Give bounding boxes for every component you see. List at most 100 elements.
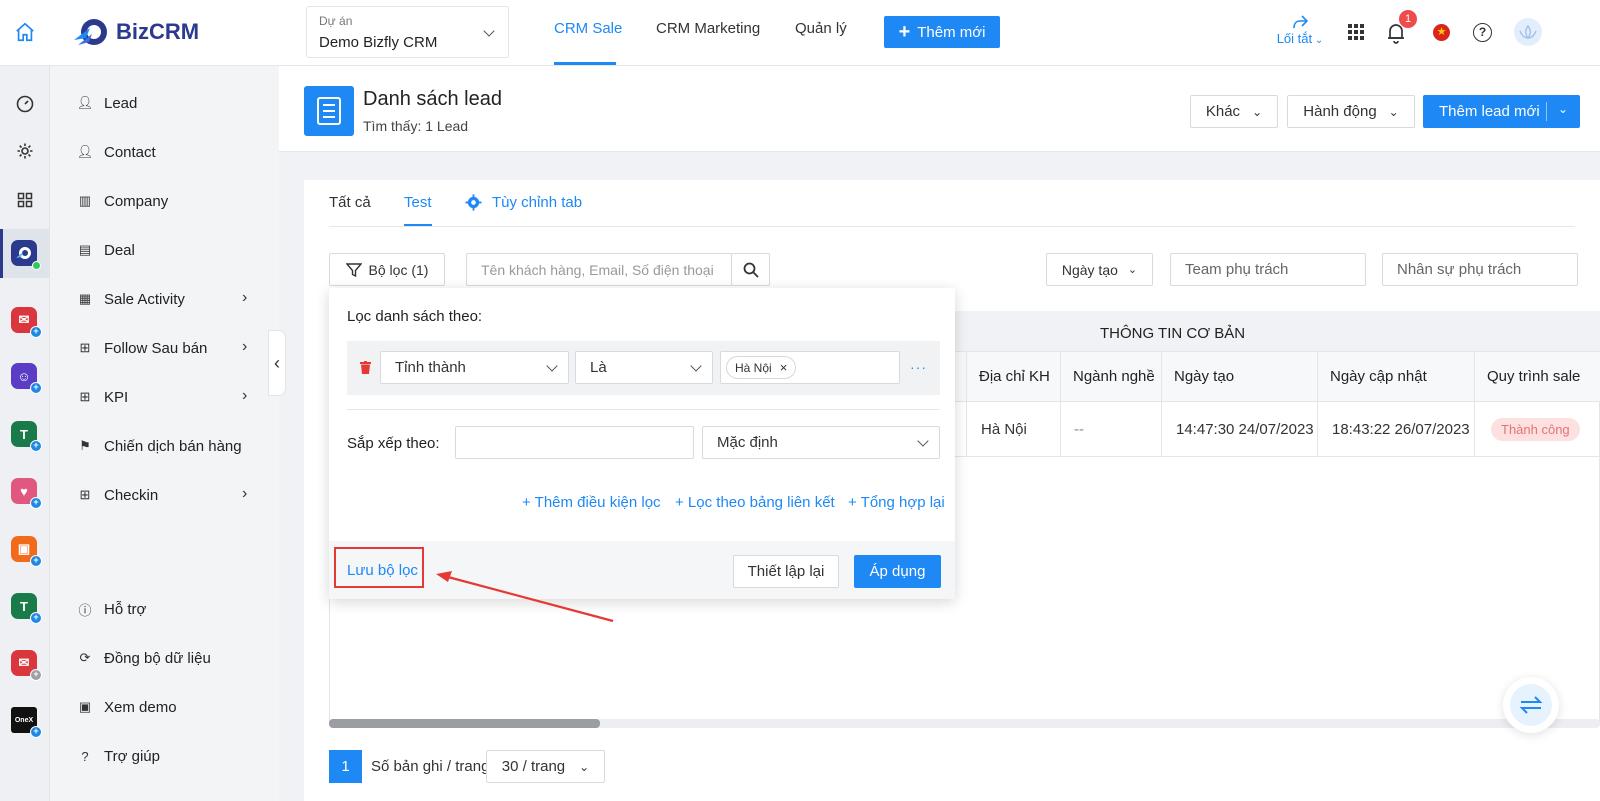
add-new-button[interactable]: + Thêm mới bbox=[884, 16, 1000, 48]
bizfly-green-app-icon-2[interactable]: T + bbox=[11, 593, 42, 624]
filter-value-tag: Hà Nội × bbox=[726, 356, 797, 379]
page-number-current[interactable]: 1 bbox=[329, 750, 362, 783]
chevron-right-icon: › bbox=[242, 387, 248, 404]
apply-button[interactable]: Áp dụng bbox=[854, 555, 941, 588]
save-filter-link[interactable]: Lưu bộ lọc bbox=[347, 562, 418, 579]
sidebar-item-sale-activity[interactable]: ▦ Sale Activity bbox=[76, 284, 185, 314]
cell-sale-process: Thành công bbox=[1474, 402, 1600, 456]
sidebar-item-ho-tro[interactable]: ⓘ Hỗ trợ bbox=[76, 594, 146, 624]
sync-icon: ⟳ bbox=[79, 650, 91, 665]
dashboard-gauge-icon[interactable] bbox=[11, 90, 39, 118]
filter-field-select[interactable]: Tỉnh thành bbox=[380, 351, 569, 384]
avatar[interactable] bbox=[1514, 18, 1542, 46]
modules-grid-icon[interactable] bbox=[11, 186, 39, 214]
sidebar-item-chien-dich[interactable]: ⚑ Chiến dịch bán hàng bbox=[76, 431, 241, 461]
chevron-down-icon[interactable]: ⌄ bbox=[1558, 102, 1568, 116]
sidebar-item-company[interactable]: ▥ Company bbox=[76, 186, 168, 216]
sidebar-item-kpi[interactable]: ⊞ KPI bbox=[76, 382, 129, 412]
vietnam-flag-icon[interactable]: ★ bbox=[1433, 24, 1450, 41]
aggregate-link[interactable]: + Tổng hợp lại bbox=[848, 494, 945, 511]
filter-button[interactable]: Bộ lọc (1) bbox=[329, 253, 445, 286]
column-header-created[interactable]: Ngày tạo bbox=[1161, 351, 1317, 401]
filter-value-input[interactable]: Hà Nội × bbox=[720, 351, 900, 384]
filter-label: Bộ lọc (1) bbox=[368, 261, 429, 278]
sort-field-input[interactable] bbox=[455, 426, 694, 459]
cell-industry: -- bbox=[1060, 402, 1161, 456]
add-lead-button[interactable]: Thêm lead mới ⌄ bbox=[1423, 95, 1580, 128]
action-dropdown-button[interactable]: Hành động ⌄ bbox=[1287, 95, 1415, 128]
sidebar-item-checkin[interactable]: ⊞ Checkin bbox=[76, 480, 159, 510]
date-created-dropdown[interactable]: Ngày tạo ⌄ bbox=[1046, 253, 1153, 286]
filter-heading: Lọc danh sách theo: bbox=[347, 308, 483, 325]
mail-app-icon-2[interactable]: ✉ + bbox=[11, 650, 42, 681]
filter-operator-select[interactable]: Là bbox=[575, 351, 713, 384]
column-header-updated[interactable]: Ngày cập nhật bbox=[1317, 351, 1474, 401]
filter-linked-link[interactable]: + Lọc theo bảng liên kết bbox=[675, 494, 835, 511]
bizcrm-app-icon[interactable] bbox=[11, 240, 41, 270]
chatbot-app-icon[interactable]: ☺ + bbox=[11, 363, 42, 394]
sidebar-item-contact[interactable]: 👤︎ Contact bbox=[76, 137, 156, 167]
apps-grid-icon[interactable] bbox=[1347, 23, 1365, 41]
bizcrm-logo[interactable]: BizCRM bbox=[72, 14, 202, 50]
app-rail: ✉ + ☺ + T + ♥ + ▣ + T + ✉ + OneX + bbox=[0, 66, 50, 801]
bizfly-green-app-icon[interactable]: T + bbox=[11, 421, 42, 452]
home-icon[interactable] bbox=[14, 21, 36, 43]
column-header-industry[interactable]: Ngành nghề bbox=[1060, 351, 1161, 401]
mail-app-icon[interactable]: ✉ + bbox=[11, 307, 42, 338]
sidebar-item-dong-bo[interactable]: ⟳ Đồng bộ dữ liệu bbox=[76, 643, 211, 673]
floating-switch-button[interactable] bbox=[1503, 677, 1559, 733]
help-icon[interactable]: ? bbox=[1473, 23, 1492, 42]
sidebar-item-follow-sau-ban[interactable]: ⊞ Follow Sau bán bbox=[76, 333, 208, 363]
tab-customize[interactable]: Tùy chỉnh tab bbox=[465, 194, 582, 211]
team-placeholder: Team phụ trách bbox=[1185, 261, 1289, 278]
sidebar-collapse-handle[interactable]: ‹ bbox=[268, 330, 286, 396]
search-icon bbox=[743, 262, 759, 278]
sidebar-item-deal[interactable]: ▤ Deal bbox=[76, 235, 135, 265]
chevron-down-icon bbox=[917, 434, 929, 447]
horizontal-scrollbar[interactable] bbox=[329, 719, 1600, 728]
trash-icon[interactable] bbox=[360, 361, 371, 374]
reset-label: Thiết lập lại bbox=[747, 563, 825, 580]
search-input[interactable]: Tên khách hàng, Email, Số điện thoại bbox=[466, 253, 732, 286]
search-button[interactable] bbox=[731, 253, 770, 286]
staff-select[interactable]: Nhân sự phụ trách bbox=[1382, 253, 1578, 286]
team-select[interactable]: Team phụ trách bbox=[1170, 253, 1366, 286]
status-badge: Thành công bbox=[1491, 417, 1580, 441]
per-page-select[interactable]: 30 / trang ⌄ bbox=[486, 750, 605, 783]
sidebar-item-tro-giup[interactable]: ? Trợ giúp bbox=[76, 741, 160, 771]
sidebar-item-label: Sale Activity bbox=[104, 290, 185, 308]
page-title: Danh sách lead bbox=[363, 88, 502, 110]
project-select[interactable]: Dự án Demo Bizfly CRM bbox=[306, 6, 509, 58]
tab-customize-label: Tùy chỉnh tab bbox=[492, 194, 583, 211]
filter-more-button[interactable]: ··· bbox=[910, 359, 927, 375]
sidebar-item-xem-demo[interactable]: ▣ Xem demo bbox=[76, 692, 177, 722]
reset-button[interactable]: Thiết lập lại bbox=[733, 555, 839, 588]
scrollbar-thumb[interactable] bbox=[329, 719, 600, 728]
sidebar-item-label: Company bbox=[104, 192, 169, 210]
tab-tat-ca[interactable]: Tất cả bbox=[329, 194, 371, 211]
column-header-sale-process[interactable]: Quy trình sale bbox=[1474, 351, 1600, 401]
staff-placeholder: Nhân sự phụ trách bbox=[1397, 261, 1522, 278]
tab-test[interactable]: Test bbox=[404, 194, 432, 211]
heart-app-icon[interactable]: ♥ + bbox=[11, 478, 42, 509]
tab-quan-ly[interactable]: Quản lý bbox=[795, 20, 847, 37]
add-condition-link[interactable]: + Thêm điều kiện lọc bbox=[522, 494, 661, 511]
other-dropdown-button[interactable]: Khác ⌄ bbox=[1190, 95, 1278, 128]
shortcut-button[interactable]: Lối tắt ⌄ bbox=[1270, 14, 1330, 50]
cell-created: 14:47:30 24/07/2023 bbox=[1161, 402, 1317, 456]
sidebar-item-lead[interactable]: 👤︎ Lead bbox=[76, 88, 138, 118]
onex-app-icon[interactable]: OneX + bbox=[11, 707, 42, 738]
close-icon[interactable]: × bbox=[780, 360, 788, 375]
tab-crm-sale[interactable]: CRM Sale bbox=[554, 20, 622, 37]
shop-app-icon[interactable]: ▣ + bbox=[11, 536, 42, 567]
building-icon: ▥ bbox=[78, 193, 92, 208]
tab-crm-marketing[interactable]: CRM Marketing bbox=[656, 20, 760, 37]
sort-order-select[interactable]: Mặc định bbox=[702, 426, 940, 459]
add-lead-dropdown-divider bbox=[1546, 102, 1547, 121]
settings-gear-icon[interactable] bbox=[11, 137, 39, 165]
add-icon: + bbox=[30, 326, 42, 338]
other-label: Khác bbox=[1205, 103, 1241, 120]
add-icon: + bbox=[30, 382, 42, 394]
column-header-address[interactable]: Địa chỉ KH bbox=[966, 351, 1060, 401]
notification-badge: 1 bbox=[1399, 10, 1417, 28]
